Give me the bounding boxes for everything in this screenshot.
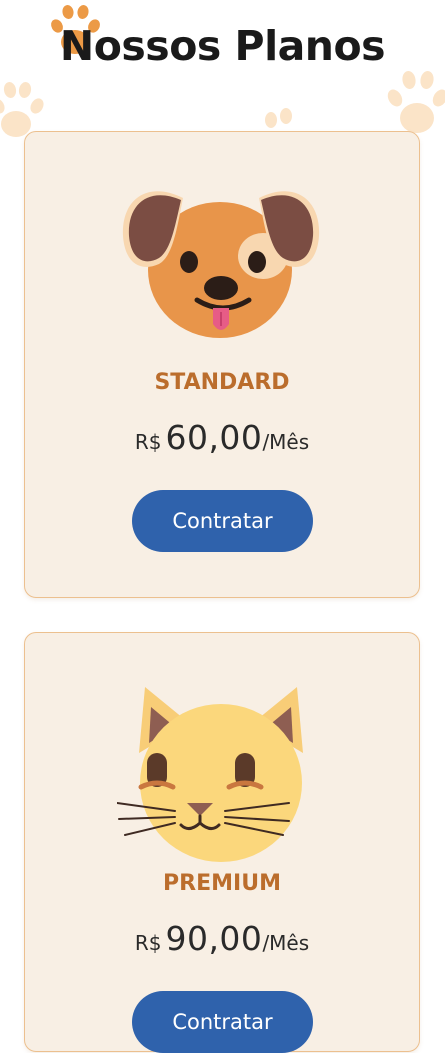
price-currency: R$ (134, 931, 162, 955)
price-value: 90,00 (165, 919, 263, 958)
price-period: /Mês (262, 931, 310, 955)
plan-price: R$ 60,00/Mês (25, 418, 419, 457)
plan-name: STANDARD (154, 370, 290, 395)
hire-button-premium[interactable]: Contratar (132, 991, 313, 1053)
paw-print-icon (387, 71, 445, 133)
plan-price: R$ 90,00/Mês (25, 919, 419, 958)
cat-face-icon (117, 687, 303, 862)
hire-button-standard[interactable]: Contratar (132, 490, 313, 552)
price-period: /Mês (262, 430, 310, 454)
price-value: 60,00 (165, 418, 263, 457)
plan-card-standard: STANDARD R$ 60,00/Mês Contratar (24, 131, 420, 598)
price-currency: R$ (134, 430, 162, 454)
dog-face-icon (122, 191, 320, 338)
plan-name: PREMIUM (163, 871, 281, 896)
page-title: Nossos Planos (59, 22, 386, 70)
plan-card-premium: PREMIUM R$ 90,00/Mês Contratar (24, 632, 420, 1053)
